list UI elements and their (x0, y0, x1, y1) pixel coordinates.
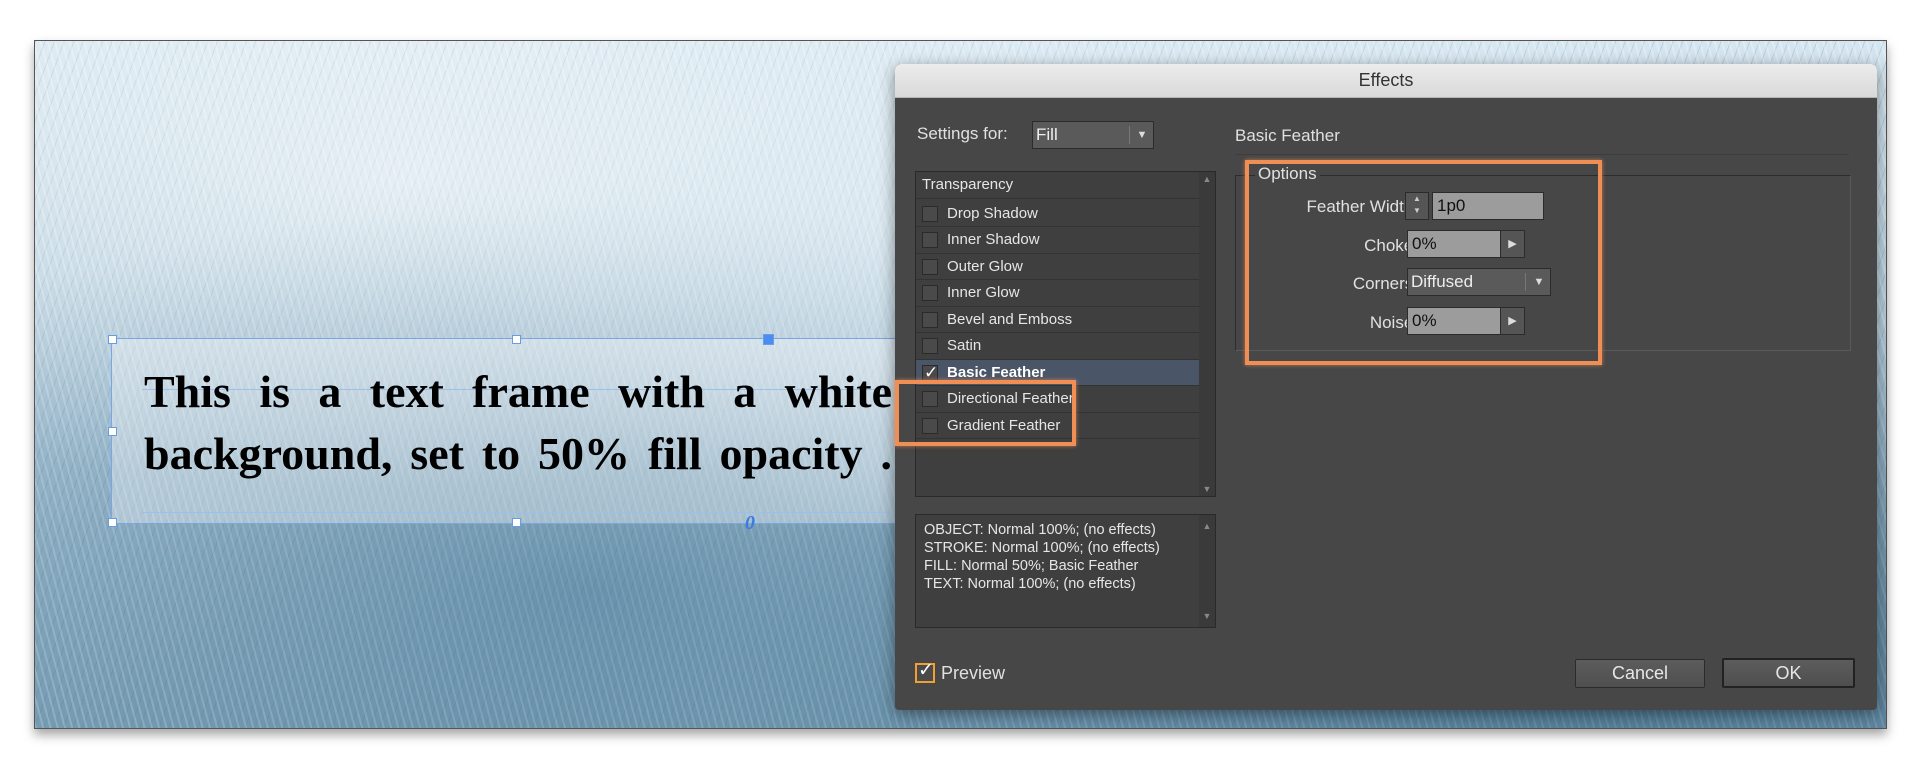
scroll-up-icon[interactable]: ▲ (1199, 174, 1215, 184)
effect-label: Satin (947, 337, 982, 354)
effects-list-item[interactable]: Inner Glow (916, 280, 1201, 307)
effects-list-item[interactable]: Transparency (916, 172, 1201, 199)
live-corner-handle[interactable] (763, 334, 774, 345)
effects-list-item[interactable]: Inner Shadow (916, 227, 1201, 254)
effect-checkbox[interactable] (922, 311, 938, 328)
summary-scrollbar[interactable]: ▲ ▼ (1199, 515, 1215, 627)
resize-handle-bottom-left[interactable] (108, 518, 117, 527)
effects-list-item[interactable]: Outer Glow (916, 254, 1201, 280)
settings-for-value: Fill (1036, 125, 1058, 144)
resize-handle-top[interactable] (512, 335, 521, 344)
effect-label: Inner Glow (947, 284, 1020, 301)
effect-checkbox[interactable] (922, 338, 938, 354)
summary-line-stroke: STROKE: Normal 100%; (no effects) (924, 540, 1160, 556)
preview-checkbox[interactable]: ✓ (915, 660, 935, 683)
effects-list: Gradient FeatherDirectional FeatherBasic… (915, 171, 1216, 497)
effect-checkbox[interactable] (922, 232, 938, 248)
text-frame[interactable]: This is a text frame with a white backgr… (108, 334, 926, 534)
checkmark-icon: ✓ (918, 660, 934, 681)
resize-handle-bottom[interactable] (512, 518, 521, 527)
effect-label: Drop Shadow (947, 204, 1038, 222)
summary-line-fill: FILL: Normal 50%; Basic Feather (924, 558, 1139, 574)
effect-checkbox[interactable] (922, 258, 938, 275)
cancel-button[interactable]: Cancel (1575, 659, 1705, 688)
effect-label: Inner Shadow (947, 231, 1040, 248)
select-separator (1129, 126, 1130, 144)
summary-line-text: TEXT: Normal 100%; (no effects) (924, 576, 1136, 592)
effect-checkbox[interactable] (922, 360, 938, 386)
chevron-down-icon: ▼ (1136, 129, 1148, 141)
settings-for-label: Settings for: (917, 124, 1008, 143)
effects-list-item[interactable]: Drop Shadow (916, 201, 1201, 227)
section-divider (1235, 154, 1849, 155)
section-title: Basic Feather (1235, 126, 1340, 145)
anchor-marker-icon: 0 (745, 512, 755, 534)
summary-line-object: OBJECT: Normal 100%; (no effects) (924, 522, 1156, 538)
settings-for-select[interactable]: Fill ▼ (1032, 121, 1154, 149)
resize-handle-left[interactable] (108, 427, 117, 436)
text-frame-content[interactable]: This is a text frame with a white backgr… (144, 361, 892, 485)
effects-list-item[interactable]: Satin (916, 333, 1201, 360)
effect-label: Outer Glow (947, 257, 1023, 275)
effect-checkbox[interactable] (922, 205, 938, 222)
effect-checkbox[interactable] (922, 285, 938, 301)
scroll-up-icon[interactable]: ▲ (1199, 517, 1215, 535)
effect-label: Transparency (922, 176, 1014, 193)
dialog-title: Effects (895, 64, 1877, 98)
annotation-highlight-options (1245, 160, 1602, 365)
effects-summary: OBJECT: Normal 100%; (no effects) STROKE… (915, 514, 1216, 628)
scroll-down-icon[interactable]: ▼ (1199, 484, 1215, 494)
effects-list-item[interactable]: Bevel and Emboss (916, 307, 1201, 333)
effects-list-scrollbar[interactable]: ▲ ▼ (1199, 172, 1215, 496)
annotation-highlight-basic-feather (895, 380, 1076, 446)
ok-button[interactable]: OK (1722, 658, 1855, 688)
effect-label: Bevel and Emboss (947, 310, 1073, 328)
scroll-down-icon[interactable]: ▼ (1199, 607, 1215, 625)
resize-handle-top-left[interactable] (108, 335, 117, 344)
preview-label[interactable]: Preview (941, 663, 1005, 684)
